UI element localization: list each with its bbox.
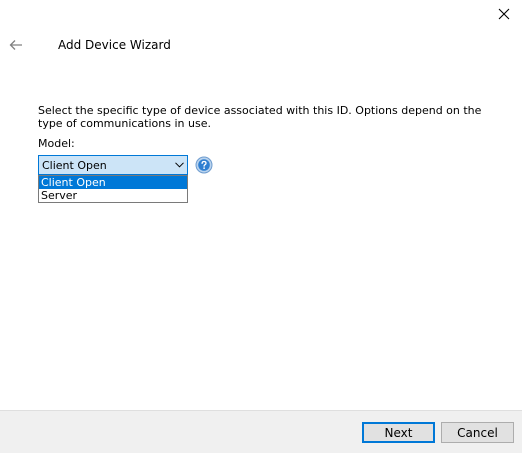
- model-select-value: Client Open: [42, 158, 107, 172]
- close-button[interactable]: [495, 5, 513, 23]
- help-button[interactable]: [195, 156, 213, 174]
- close-icon: [498, 8, 510, 20]
- instructions-text: Select the specific type of device assoc…: [38, 104, 482, 130]
- chevron-down-icon[interactable]: [171, 156, 187, 174]
- question-circle-icon: [195, 156, 213, 174]
- dropdown-option-client-open[interactable]: Client Open: [39, 176, 187, 189]
- page-title: Add Device Wizard: [58, 38, 171, 52]
- cancel-button[interactable]: Cancel: [441, 422, 514, 443]
- add-device-wizard-window: Add Device Wizard Select the specific ty…: [0, 0, 522, 453]
- model-select[interactable]: Client Open: [38, 155, 188, 175]
- next-button[interactable]: Next: [362, 422, 435, 443]
- back-button[interactable]: [7, 37, 25, 53]
- arrow-left-icon: [9, 40, 22, 50]
- wizard-footer: Next Cancel: [0, 410, 522, 453]
- dropdown-option-server[interactable]: Server: [39, 189, 187, 202]
- model-dropdown-list: Client Open Server: [38, 175, 188, 203]
- model-label: Model:: [38, 137, 75, 150]
